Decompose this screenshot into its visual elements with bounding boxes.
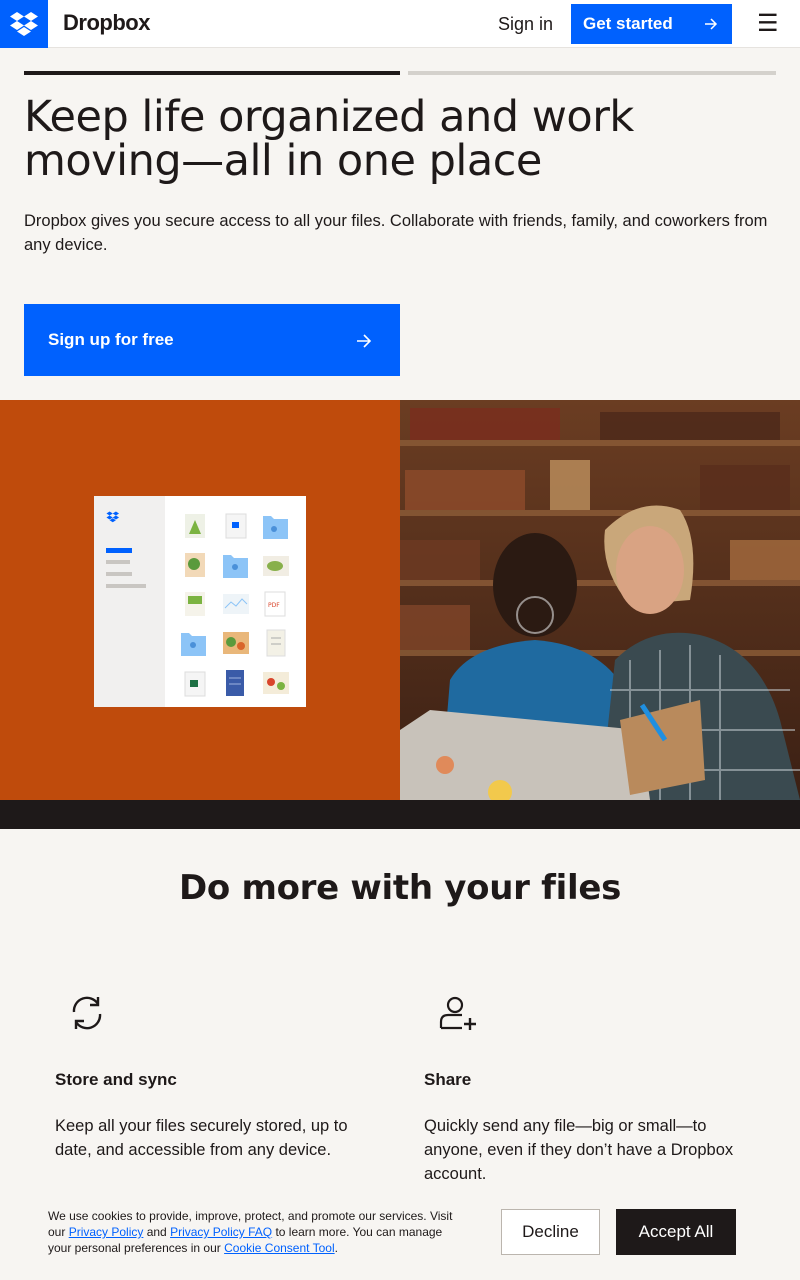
hamburger-icon[interactable]: ☰ xyxy=(757,12,779,36)
get-started-button[interactable]: Get started xyxy=(571,4,732,44)
privacy-faq-link[interactable]: Privacy Policy FAQ xyxy=(170,1225,272,1239)
arrow-right-icon xyxy=(705,18,718,30)
brand-name[interactable]: Dropbox xyxy=(63,10,150,36)
sign-up-button[interactable]: Sign up for free xyxy=(24,304,400,376)
decline-button[interactable]: Decline xyxy=(501,1209,600,1255)
feature-text-share: Quickly send any file—big or small—to an… xyxy=(424,1117,734,1183)
sign-up-label: Sign up for free xyxy=(48,330,174,349)
mockup-sidebar xyxy=(94,496,165,707)
arrow-right-icon xyxy=(357,334,372,348)
get-started-label: Get started xyxy=(583,14,673,33)
feature-title-store: Store and sync xyxy=(55,1070,177,1089)
progress-fill xyxy=(24,71,400,75)
dark-divider xyxy=(0,800,800,829)
people-with-laptop-photo xyxy=(400,400,800,800)
hero-title: Keep life organized and work moving—all … xyxy=(24,92,634,186)
sync-icon xyxy=(68,994,106,1037)
features-title: Do more with your files xyxy=(178,868,622,908)
carousel-progress-1[interactable] xyxy=(24,71,400,75)
mockup-file-grid: PDF xyxy=(181,513,289,697)
app-illustration-panel: PDF xyxy=(0,400,400,800)
sign-in-link[interactable]: Sign in xyxy=(498,14,553,35)
top-nav: Dropbox Sign in Get started ☰ xyxy=(0,0,800,48)
feature-text-store: Keep all your files securely stored, up … xyxy=(55,1117,348,1159)
add-user-icon xyxy=(438,996,478,1037)
accept-all-button[interactable]: Accept All xyxy=(616,1209,736,1255)
cookie-consent-tool-link[interactable]: Cookie Consent Tool xyxy=(224,1241,335,1255)
carousel-progress-2[interactable] xyxy=(408,71,776,75)
dropbox-logo-icon[interactable] xyxy=(0,0,48,48)
mockup-sidebar-icon xyxy=(106,511,146,588)
app-mockup: PDF xyxy=(94,496,306,707)
cookie-text: We use cookies to provide, improve, prot… xyxy=(48,1209,453,1255)
cookie-banner: We use cookies to provide, improve, prot… xyxy=(0,1188,800,1280)
privacy-policy-link[interactable]: Privacy Policy xyxy=(69,1225,144,1239)
feature-title-share: Share xyxy=(424,1070,472,1089)
svg-text:PDF: PDF xyxy=(268,602,280,609)
hero-subtitle: Dropbox gives you secure access to all y… xyxy=(24,212,768,254)
